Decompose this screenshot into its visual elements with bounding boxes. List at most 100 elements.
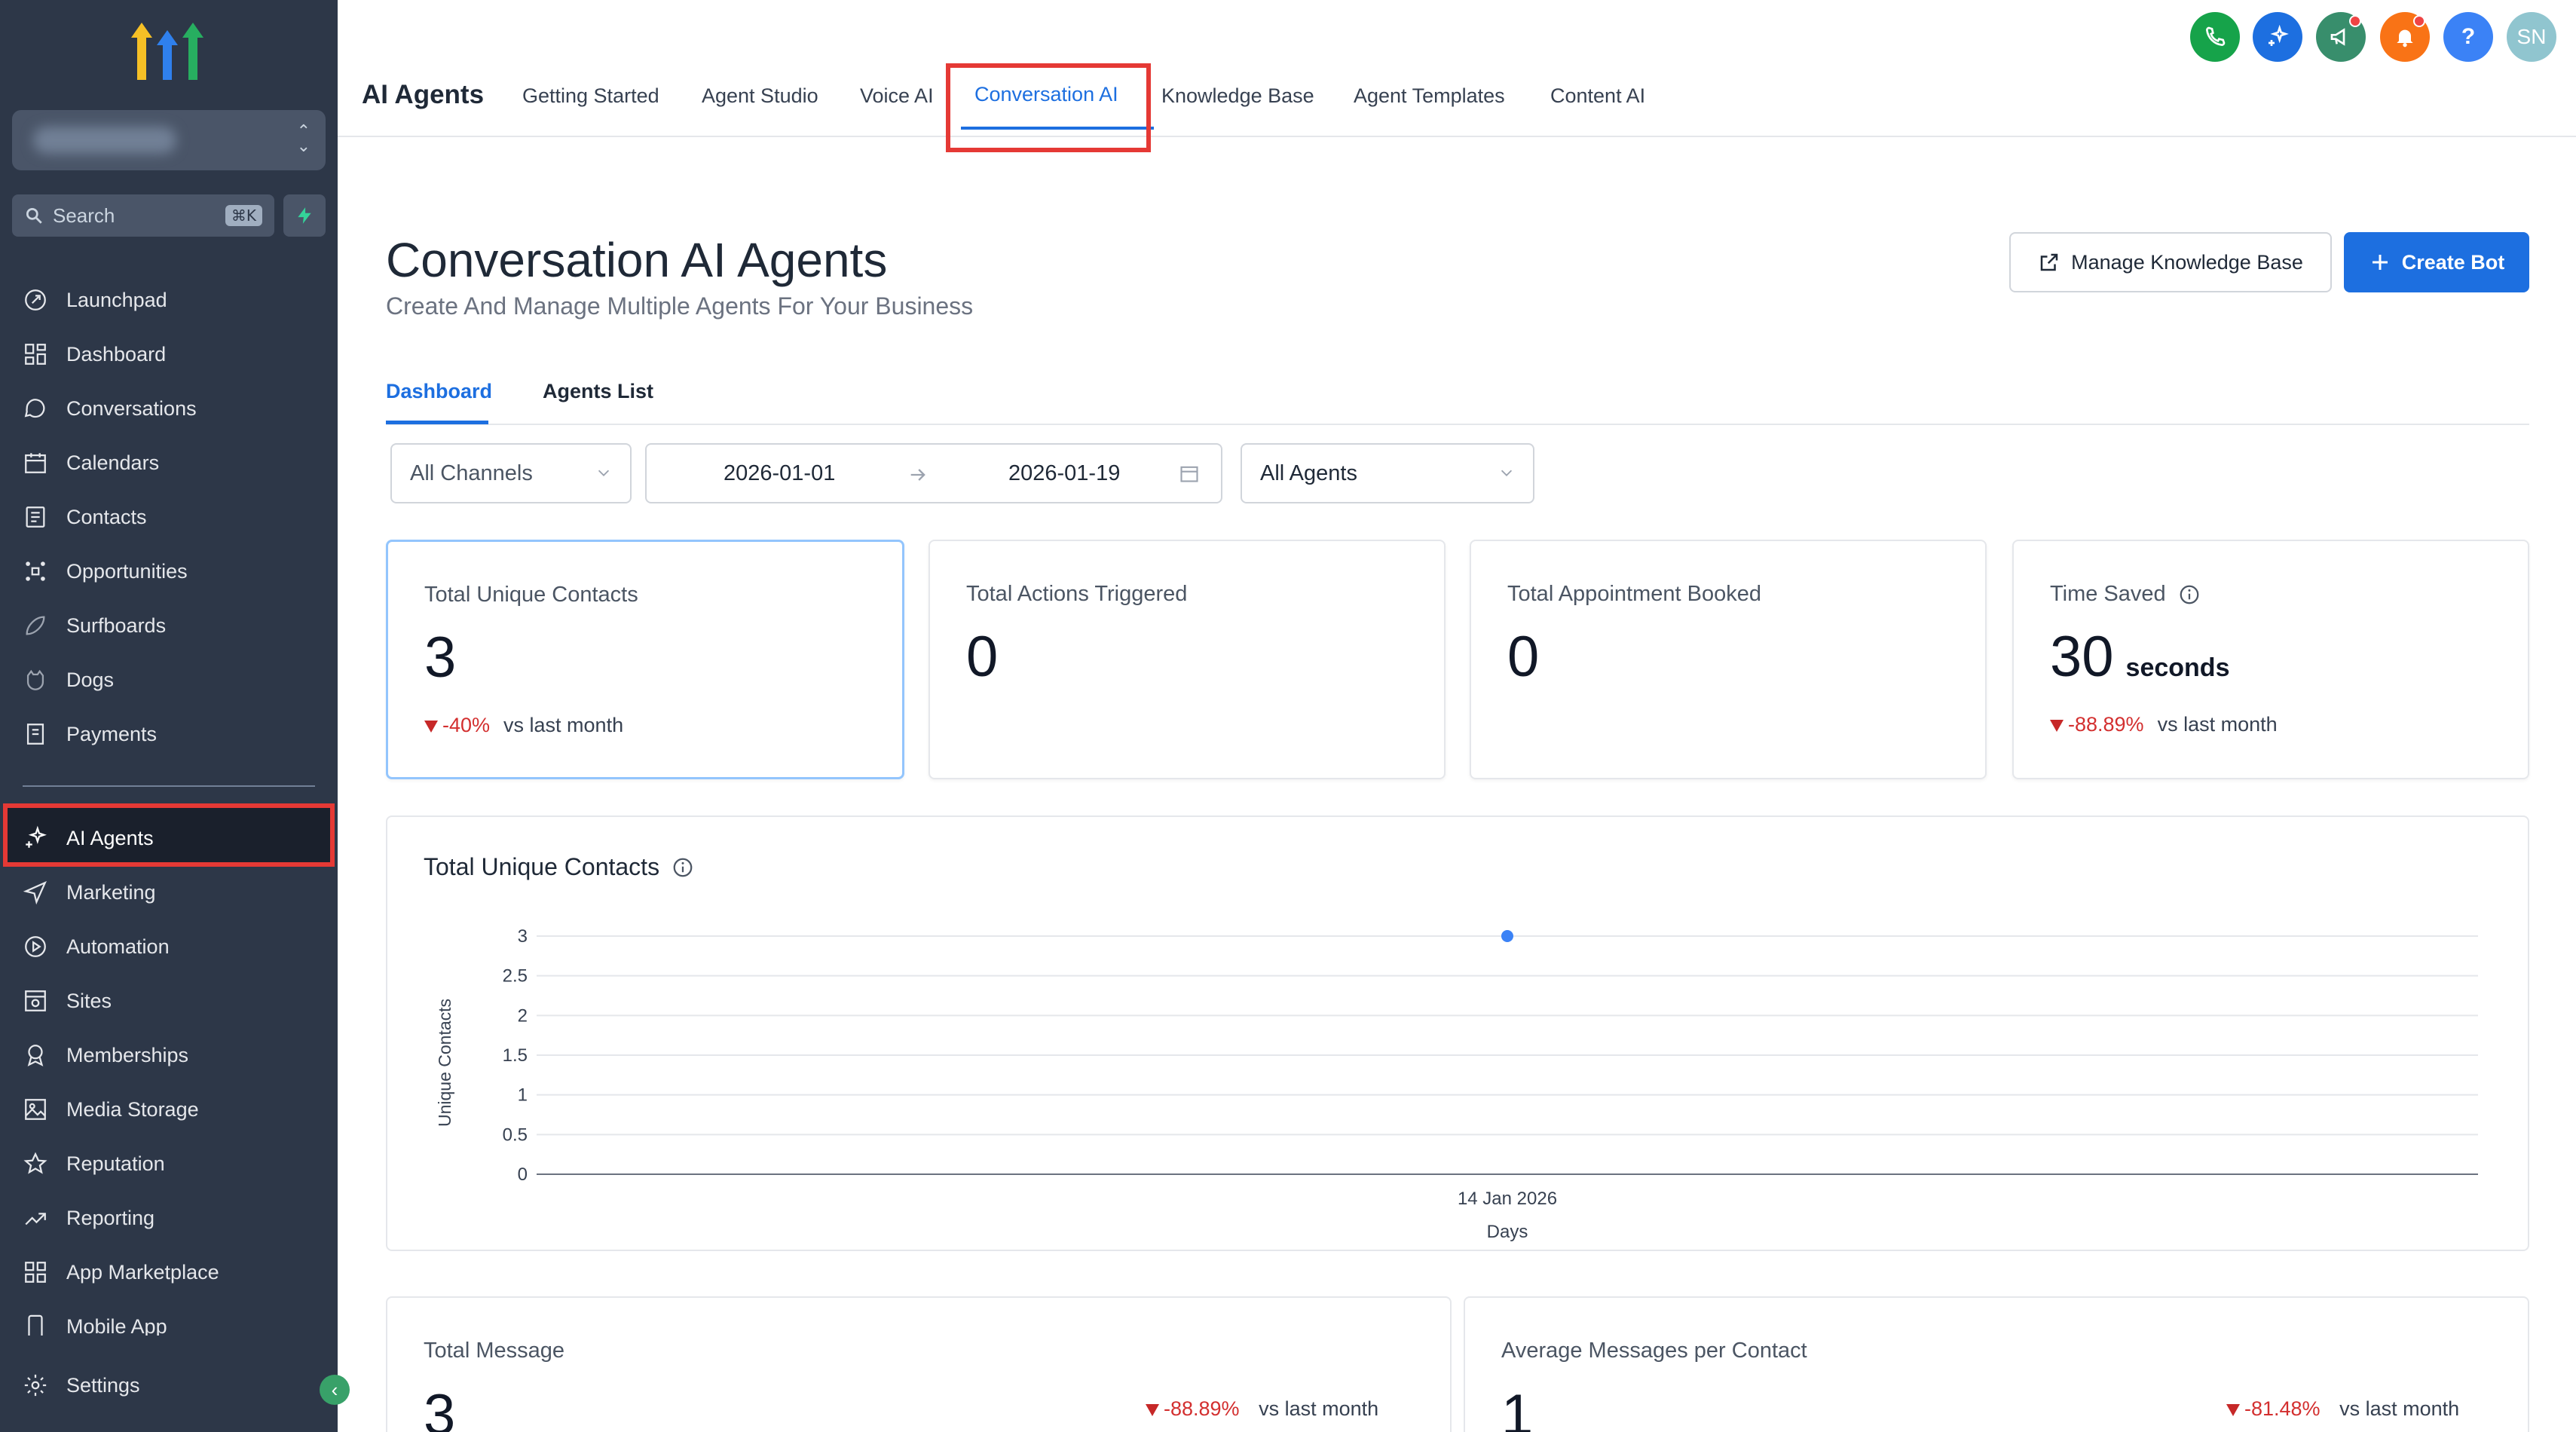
tab-content-ai[interactable]: Content AI <box>1550 84 1645 108</box>
calendar-icon <box>25 453 46 473</box>
notifications-button[interactable] <box>2380 12 2430 62</box>
sidebar-scroll-clip: Mobile App <box>0 1305 338 1336</box>
sidebar-item-dogs[interactable]: Dogs <box>23 663 114 696</box>
stat-card-appointments-booked[interactable]: Total Appointment Booked 0 <box>1470 540 1987 779</box>
sidebar-item-label: Dogs <box>66 668 115 691</box>
phone-button[interactable] <box>2190 12 2240 62</box>
trend-compare: vs last month <box>1259 1397 1379 1420</box>
sidebar-item-label: Marketing <box>66 880 156 904</box>
triangle-down-icon <box>2050 719 2064 732</box>
sidebar-item-marketing[interactable]: Marketing <box>23 876 156 909</box>
channel-select-value: All Channels <box>410 461 533 485</box>
sidebar-item-label: Settings <box>66 1373 140 1397</box>
tab-knowledge-base[interactable]: Knowledge Base <box>1161 84 1314 108</box>
surfboard-icon <box>26 616 45 635</box>
avatar[interactable]: SN <box>2507 12 2556 62</box>
sidebar-item-label: Launchpad <box>66 288 167 311</box>
stat-value: 3 <box>424 626 457 690</box>
apps-icon <box>25 1262 46 1283</box>
sidebar-item-payments[interactable]: Payments <box>23 718 157 751</box>
search-shortcut: ⌘K <box>225 205 262 226</box>
sidebar-item-label: Mobile App <box>66 1314 167 1336</box>
sidebar-item-ai-agents[interactable]: AI Agents <box>23 822 154 855</box>
dog-icon <box>26 669 44 690</box>
ai-assistant-button[interactable] <box>2253 12 2302 62</box>
trend-compare: vs last month <box>2339 1397 2460 1420</box>
account-name-redacted <box>33 127 176 154</box>
membership-icon <box>27 1045 44 1066</box>
date-range-picker[interactable]: 2026-01-01 2026-01-19 <box>645 443 1222 503</box>
stat-trend: -81.48% vs last month <box>2226 1397 2459 1421</box>
stat-card-unique-contacts[interactable]: Total Unique Contacts 3 -40% vs last mon… <box>386 540 904 779</box>
notification-dot <box>2413 15 2425 27</box>
notification-dot <box>2349 15 2361 27</box>
sidebar-item-sites[interactable]: Sites <box>23 984 112 1017</box>
stat-card-time-saved[interactable]: Time Saved 30 seconds -88.89% vs last mon… <box>2012 540 2529 779</box>
stat-card-total-message[interactable]: Total Message 3 -88.89% vs last month <box>386 1296 1452 1432</box>
subtabs-divider <box>386 424 2529 425</box>
sidebar-item-calendars[interactable]: Calendars <box>23 446 159 479</box>
sidebar-item-opportunities[interactable]: Opportunities <box>23 555 188 588</box>
triangle-down-icon <box>2226 1403 2240 1416</box>
sidebar-item-label: Payments <box>66 722 158 745</box>
stat-trend: -88.89% vs last month <box>1146 1397 1378 1421</box>
sidebar-item-surfboards[interactable]: Surfboards <box>23 609 166 642</box>
date-start-input[interactable]: 2026-01-01 <box>724 461 835 486</box>
channel-select[interactable]: All Channels <box>390 443 632 503</box>
sidebar-item-app-marketplace[interactable]: App Marketplace <box>23 1256 219 1289</box>
stat-card-avg-messages[interactable]: Average Messages per Contact 1 -81.48% v… <box>1464 1296 2529 1432</box>
sidebar-item-conversations[interactable]: Conversations <box>23 392 197 425</box>
brand-logo[interactable] <box>130 21 205 86</box>
tab-agent-templates[interactable]: Agent Templates <box>1354 84 1505 108</box>
sidebar-item-mobile-app[interactable]: Mobile App <box>23 1310 167 1336</box>
sidebar-item-media-storage[interactable]: Media Storage <box>23 1093 199 1126</box>
rocket-icon <box>25 289 46 311</box>
create-bot-label: Create Bot <box>2401 250 2505 274</box>
sidebar-item-reputation[interactable]: Reputation <box>23 1147 165 1180</box>
stat-label: Average Messages per Contact <box>1501 1339 1807 1363</box>
stat-label: Total Message <box>424 1339 564 1363</box>
tab-voice-ai[interactable]: Voice AI <box>860 84 934 108</box>
stat-label: Time Saved <box>2050 582 2166 606</box>
sidebar-item-launchpad[interactable]: Launchpad <box>23 283 167 317</box>
trend-down: -40% <box>424 714 490 737</box>
automation-icon <box>25 936 46 957</box>
sidebar-item-dashboard[interactable]: Dashboard <box>23 338 166 371</box>
date-end-input[interactable]: 2026-01-19 <box>1008 461 1120 486</box>
quick-action-button[interactable] <box>283 194 326 237</box>
account-switcher[interactable]: ⌃ ⌄ <box>12 110 326 170</box>
collapse-sidebar-button[interactable]: ‹ <box>320 1375 350 1405</box>
phone-icon <box>2205 26 2226 47</box>
sidebar-item-label: Opportunities <box>66 559 188 583</box>
payments-icon <box>26 724 44 745</box>
agent-select-value: All Agents <box>1260 461 1357 485</box>
sidebar-item-automation[interactable]: Automation <box>23 930 170 963</box>
sidebar-item-reporting[interactable]: Reporting <box>23 1201 154 1235</box>
announcements-button[interactable] <box>2316 12 2366 62</box>
trend-change: -88.89% <box>1164 1397 1240 1420</box>
sidebar-item-label: Contacts <box>66 505 147 528</box>
search-box[interactable]: Search ⌘K <box>12 194 274 237</box>
subtab-agents-list[interactable]: Agents List <box>543 380 653 403</box>
manage-knowledge-base-button[interactable]: Manage Knowledge Base <box>2009 232 2332 292</box>
sidebar-item-memberships[interactable]: Memberships <box>23 1039 188 1072</box>
sidebar-item-label: Reporting <box>66 1206 155 1229</box>
tab-getting-started[interactable]: Getting Started <box>522 84 659 108</box>
trend-compare: vs last month <box>503 714 624 736</box>
stat-label: Total Appointment Booked <box>1507 582 1761 606</box>
sidebar-item-contacts[interactable]: Contacts <box>23 500 147 534</box>
sidebar: ⌃ ⌄ Search ⌘K Launchpad Dashboard Convers… <box>0 0 338 1432</box>
subtab-dashboard[interactable]: Dashboard <box>386 380 492 403</box>
help-button[interactable]: ? <box>2443 12 2493 62</box>
megaphone-icon <box>2330 28 2345 46</box>
info-icon[interactable] <box>2178 583 2201 606</box>
stat-card-actions-triggered[interactable]: Total Actions Triggered 0 <box>929 540 1446 779</box>
agent-select[interactable]: All Agents <box>1241 443 1534 503</box>
page-title: Conversation AI Agents <box>386 233 888 287</box>
create-bot-button[interactable]: Create Bot <box>2344 232 2529 292</box>
sidebar-item-label: Reputation <box>66 1152 165 1175</box>
sidebar-item-settings[interactable]: Settings <box>23 1369 140 1402</box>
sidebar-item-label: Calendars <box>66 451 160 474</box>
tab-agent-studio[interactable]: Agent Studio <box>702 84 818 108</box>
trend-compare: vs last month <box>2157 713 2278 736</box>
